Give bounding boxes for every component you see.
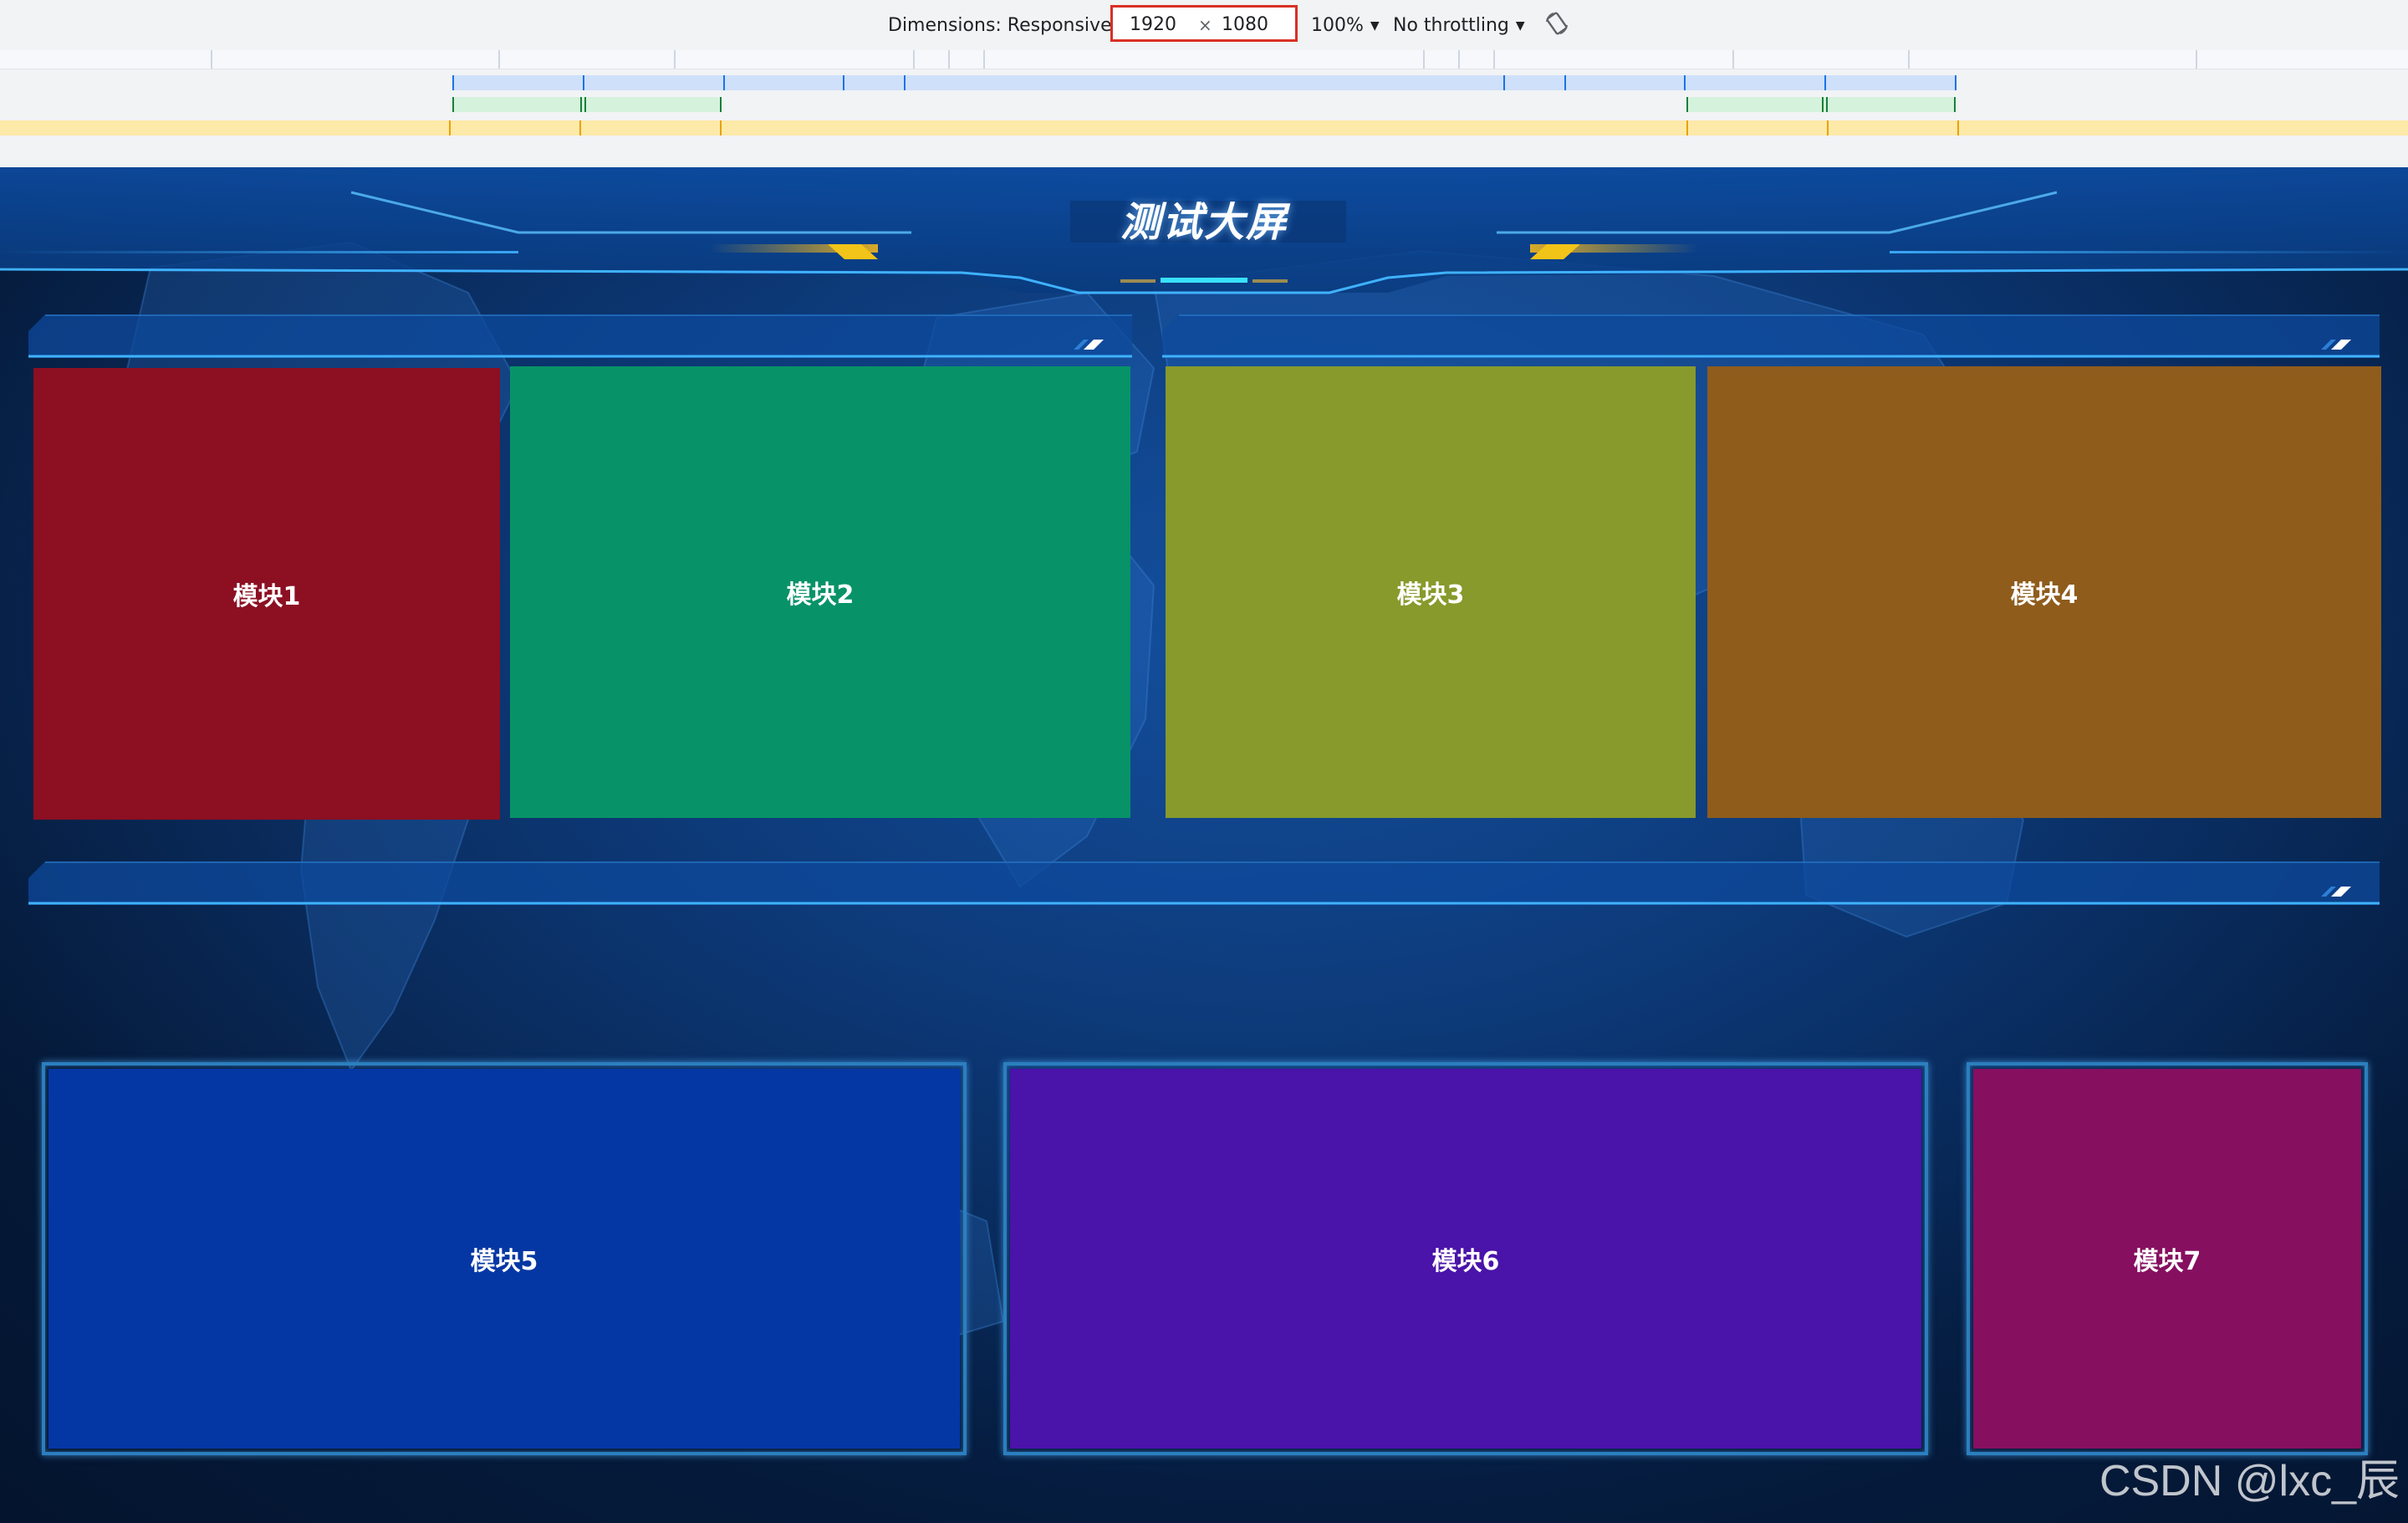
throttling-label: No throttling [1393, 15, 1509, 36]
panel-header-top-right [1162, 314, 2380, 358]
dropdown-caret-icon: ▼ [1515, 19, 1525, 33]
module-2: 模块2 [510, 366, 1130, 818]
device-toolbar: Dimensions: Responsive▼ 1920 × 1080 100%… [0, 0, 2408, 51]
height-input[interactable]: 1080 [1222, 16, 1280, 34]
dimensions-dropdown[interactable]: Dimensions: Responsive▼ [888, 15, 1127, 37]
throttling-dropdown[interactable]: No throttling ▼ [1393, 15, 1525, 37]
devtools-device-toolbar: Dimensions: Responsive▼ 1920 × 1080 100%… [0, 0, 2408, 167]
module-3-label: 模块3 [1396, 580, 1465, 610]
dropdown-caret-icon: ▼ [1370, 19, 1380, 33]
module-5-label: 模块5 [470, 1247, 538, 1276]
csdn-watermark: CSDN @lxc_辰 [2099, 1457, 2400, 1505]
dimensions-inputs-highlight: 1920 × 1080 [1110, 5, 1298, 42]
zoom-dropdown[interactable]: 100% ▼ [1311, 15, 1380, 37]
module-5: 模块5 [48, 1069, 960, 1449]
panel-header-bottom [28, 861, 2380, 905]
module-6-label: 模块6 [1431, 1247, 1500, 1276]
module-1: 模块1 [33, 368, 500, 820]
media-query-bar-green[interactable] [0, 97, 2408, 114]
device-ruler [0, 50, 2408, 69]
module-2-label: 模块2 [786, 580, 855, 610]
times-sign: × [1198, 15, 1212, 35]
module-1-label: 模块1 [232, 582, 301, 611]
width-input[interactable]: 1920 [1130, 16, 1188, 34]
zoom-label: 100% [1311, 15, 1364, 36]
module-4: 模块4 [1707, 366, 2381, 818]
screen-title: 测试大屏 [1120, 199, 1288, 246]
media-query-bar-blue[interactable] [0, 75, 2408, 92]
rotate-icon[interactable] [1543, 10, 1570, 37]
module-7-label: 模块7 [2133, 1247, 2201, 1276]
module-3: 模块3 [1166, 366, 1696, 818]
media-query-bar-yellow[interactable] [0, 120, 2408, 137]
module-4-label: 模块4 [2010, 580, 2079, 610]
module-6: 模块6 [1010, 1069, 1921, 1449]
panel-header-top-left [28, 314, 1132, 358]
module-7: 模块7 [1973, 1069, 2361, 1449]
big-screen-dashboard: 测试大屏 模块1 模块2 模块3 模块4 模块5 模块6 模块7 CSDN @l… [0, 167, 2408, 1523]
dimensions-label: Dimensions: Responsive [888, 15, 1112, 36]
